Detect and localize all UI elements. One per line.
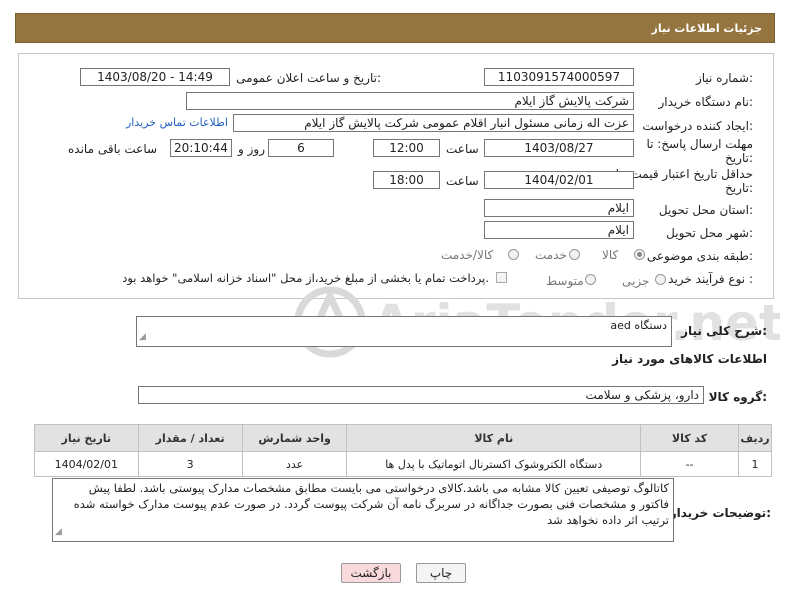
table-row: 1 -- دستگاه الکتروشوک اکسترنال اتوماتیک … bbox=[34, 451, 772, 477]
col-qty-header: تعداد / مقدار bbox=[137, 424, 243, 452]
price-validity-date-field[interactable]: 1404/02/01 bbox=[484, 171, 634, 189]
goods-group-label: گروه کالا: bbox=[708, 390, 767, 404]
requester-label: ایجاد کننده درخواست: bbox=[642, 119, 753, 133]
col-date-header: تاریخ نیاز bbox=[34, 424, 139, 452]
col-name-header: نام کالا bbox=[346, 424, 642, 452]
purchase-type-partial-radio[interactable] bbox=[655, 274, 666, 285]
category-service-radio[interactable] bbox=[569, 249, 580, 260]
price-validity-time-label: ساعت bbox=[446, 174, 479, 188]
goods-group-field[interactable]: دارو، پزشکی و سلامت bbox=[138, 386, 704, 404]
purchase-type-label: نوع فرآیند خرید : bbox=[668, 272, 753, 286]
items-table-header: ردیف کد کالا نام کالا واحد شمارش تعداد /… bbox=[34, 424, 772, 452]
description-label: شرح کلی نیاز: bbox=[681, 324, 767, 338]
back-button[interactable]: بازگشت bbox=[341, 563, 401, 583]
reply-deadline-label: مهلت ارسال پاسخ: تا bbox=[646, 137, 753, 151]
need-number-label: شماره نیاز: bbox=[695, 71, 753, 85]
cell-row: 1 bbox=[738, 451, 772, 477]
category-label: طبقه بندی موضوعی: bbox=[646, 249, 753, 263]
price-validity-time-field[interactable]: 18:00 bbox=[373, 171, 440, 189]
col-row-header: ردیف bbox=[738, 424, 772, 452]
treasury-checkbox[interactable] bbox=[496, 272, 507, 283]
purchase-type-medium-label: متوسط bbox=[546, 274, 584, 288]
cell-date: 1404/02/01 bbox=[34, 451, 139, 477]
delivery-city-field[interactable]: ایلام bbox=[484, 221, 634, 239]
description-text: دستگاه aed bbox=[610, 319, 667, 332]
purchase-type-medium-radio[interactable] bbox=[585, 274, 596, 285]
category-goods-radio[interactable] bbox=[634, 249, 645, 260]
price-validity-label-date: تاریخ: bbox=[725, 181, 753, 195]
cell-code: -- bbox=[640, 451, 740, 477]
buyer-notes-field[interactable]: کاتالوگ توصیفی تعیین کالا مشابه می باشد.… bbox=[52, 478, 674, 542]
announce-datetime-label: تاریخ و ساعت اعلان عمومی: bbox=[236, 71, 381, 85]
items-section-title: اطلاعات کالاهای مورد نیاز bbox=[612, 352, 767, 366]
category-goods-service-radio[interactable] bbox=[508, 249, 519, 260]
announce-datetime-field[interactable]: 1403/08/20 - 14:49 bbox=[80, 68, 230, 86]
requester-field[interactable]: عزت اله زمانی مسئول انبار اقلام عمومی شر… bbox=[233, 114, 634, 132]
buyer-notes-text: کاتالوگ توصیفی تعیین کالا مشابه می باشد.… bbox=[73, 481, 669, 527]
cell-qty: 3 bbox=[137, 451, 243, 477]
cell-name: دستگاه الکتروشوک اکسترنال اتوماتیک با پد… bbox=[346, 451, 642, 477]
purchase-type-partial-label: جزیی bbox=[622, 274, 650, 288]
print-button[interactable]: چاپ bbox=[416, 563, 466, 583]
treasury-note: پرداخت تمام یا بخشی از مبلغ خرید،از محل … bbox=[122, 271, 489, 285]
need-number-field[interactable]: 1103091574000597 bbox=[484, 68, 634, 86]
reply-days-field[interactable]: 6 bbox=[268, 139, 334, 157]
page-title: جزئیات اطلاعات نیاز bbox=[651, 22, 763, 35]
remaining-time-label: ساعت باقی مانده bbox=[68, 142, 158, 156]
category-service-label: خدمت bbox=[535, 248, 567, 262]
resize-grip-icon: ◢ bbox=[55, 527, 62, 537]
col-code-header: کد کالا bbox=[640, 424, 740, 452]
category-goods-service-label: کالا/خدمت bbox=[441, 248, 494, 262]
delivery-province-label: استان محل تحویل: bbox=[658, 203, 753, 217]
buyer-org-label: نام دستگاه خریدار: bbox=[658, 95, 754, 109]
delivery-city-label: شهر محل تحویل: bbox=[666, 226, 753, 240]
category-goods-label: کالا bbox=[602, 248, 619, 262]
reply-time-field[interactable]: 12:00 bbox=[373, 139, 440, 157]
remaining-time-field[interactable]: 20:10:44 bbox=[170, 139, 232, 157]
buyer-contact-link[interactable]: اطلاعات تماس خریدار bbox=[126, 116, 228, 129]
buyer-org-field[interactable]: شرکت پالایش گاز ایلام bbox=[186, 92, 634, 110]
cell-unit: عدد bbox=[241, 451, 348, 477]
reply-deadline-label-date: تاریخ: bbox=[725, 151, 753, 165]
description-field[interactable]: دستگاه aed ◢ bbox=[136, 316, 672, 347]
reply-time-label: ساعت bbox=[446, 142, 479, 156]
buyer-notes-label: توضیحات خریدار: bbox=[669, 506, 771, 520]
price-validity-label: حداقل تاریخ اعتبار قیمت: تا bbox=[615, 167, 753, 181]
reply-days-label: روز و bbox=[238, 142, 265, 156]
resize-grip-icon: ◢ bbox=[139, 332, 146, 342]
delivery-province-field[interactable]: ایلام bbox=[484, 199, 634, 217]
col-unit-header: واحد شمارش bbox=[241, 424, 348, 452]
page-header: جزئیات اطلاعات نیاز bbox=[15, 13, 775, 43]
reply-date-field[interactable]: 1403/08/27 bbox=[484, 139, 634, 157]
items-table: ردیف کد کالا نام کالا واحد شمارش تعداد /… bbox=[34, 424, 772, 477]
